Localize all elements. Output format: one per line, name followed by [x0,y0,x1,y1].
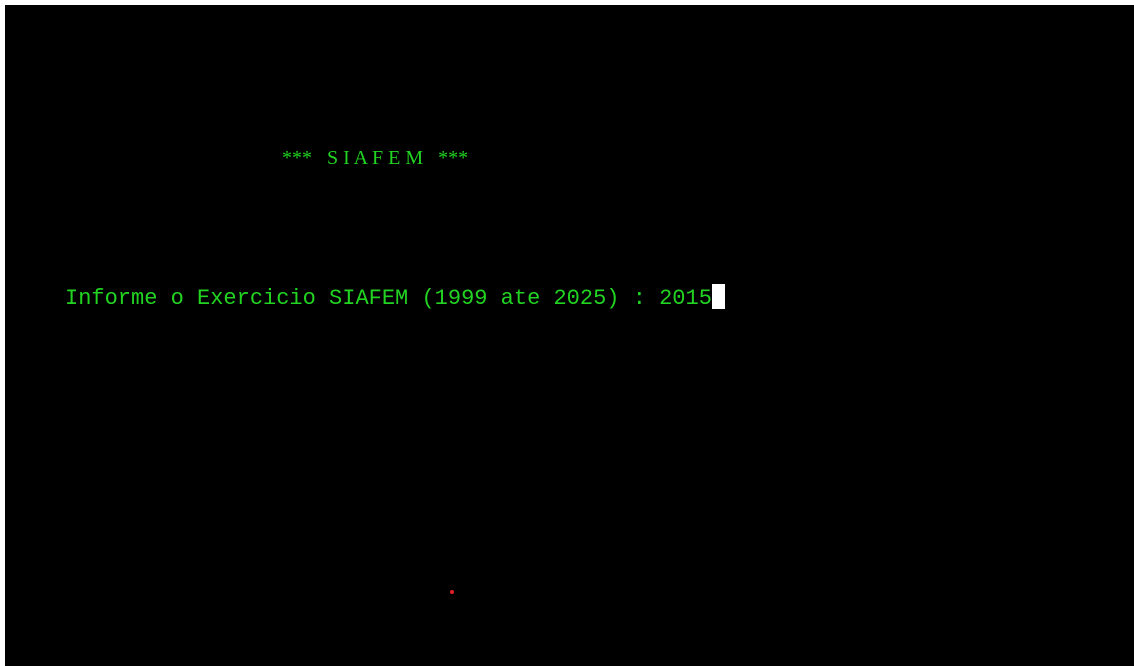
red-marker-dot [450,590,454,594]
text-cursor [711,284,725,309]
terminal-screen: *** S I A F E M *** Informe o Exercicio … [5,5,1134,666]
exercise-year-input[interactable]: 2015 [659,286,712,311]
screen-title: *** S I A F E M *** [282,147,469,169]
exercise-prompt-label: Informe o Exercicio SIAFEM (1999 ate 202… [65,286,660,311]
exercise-prompt-row: Informe o Exercicio SIAFEM (1999 ate 202… [65,284,725,311]
